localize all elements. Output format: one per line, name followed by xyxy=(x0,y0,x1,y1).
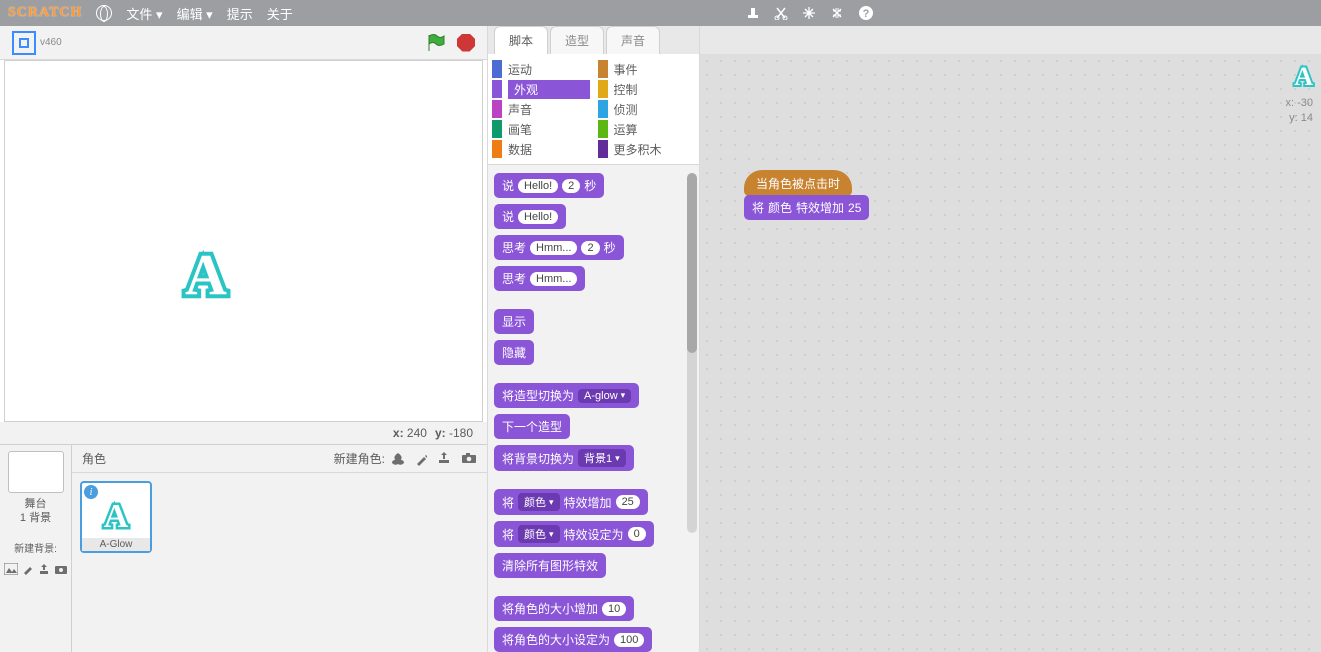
stage-thumb-panel: 舞台 1 背景 新建背景: xyxy=(0,445,72,652)
upload-backdrop-icon[interactable] xyxy=(38,563,50,575)
block-show[interactable]: 显示 xyxy=(494,309,534,334)
block-clear-effects[interactable]: 清除所有图形特效 xyxy=(494,553,606,578)
sprite-card[interactable]: i A A-Glow xyxy=(80,481,152,553)
block-switch-costume[interactable]: 将造型切换为A-glow xyxy=(494,383,639,408)
block-set-effect[interactable]: 将颜色特效设定为0 xyxy=(494,521,654,547)
tab-scripts[interactable]: 脚本 xyxy=(494,26,548,54)
tab-sounds[interactable]: 声音 xyxy=(606,26,660,54)
cut-icon[interactable] xyxy=(774,6,788,20)
cat-events[interactable]: 事件 xyxy=(598,60,696,78)
tab-costumes[interactable]: 造型 xyxy=(550,26,604,54)
shrink-icon[interactable] xyxy=(830,6,844,20)
stamp-icon[interactable] xyxy=(746,6,760,20)
palette-scrollbar[interactable] xyxy=(687,173,697,533)
fullscreen-button[interactable] xyxy=(12,31,36,55)
cat-data[interactable]: 数据 xyxy=(492,140,590,158)
stage-column: v460 A x: 240 y: -180 舞台 1 背景 新建背景: xyxy=(0,26,488,652)
hat-when-sprite-clicked[interactable]: 当角色被点击时 xyxy=(744,170,852,196)
block-change-size[interactable]: 将角色的大小增加10 xyxy=(494,596,634,621)
menu-file[interactable]: 文件 ▾ xyxy=(126,4,162,23)
sprite-list: i A A-Glow xyxy=(72,473,487,652)
svg-text:?: ? xyxy=(863,8,870,20)
block-say[interactable]: 说Hello! xyxy=(494,204,566,229)
cat-control[interactable]: 控制 xyxy=(598,80,696,98)
sprite-thumb-glyph: A xyxy=(104,498,129,536)
block-say-for-secs[interactable]: 说Hello!2秒 xyxy=(494,173,604,198)
script-stack[interactable]: 当角色被点击时 将颜色特效增加25 xyxy=(744,170,869,220)
choose-sprite-icon[interactable] xyxy=(391,452,405,466)
stage-thumbnail[interactable] xyxy=(8,451,64,493)
camera-sprite-icon[interactable] xyxy=(461,452,477,464)
sprite-bar: 角色 新建角色: xyxy=(72,445,487,473)
block-change-effect[interactable]: 将颜色特效增加25 xyxy=(494,489,648,515)
cat-sensing[interactable]: 侦测 xyxy=(598,100,696,118)
stage-label: 舞台 1 背景 xyxy=(20,497,51,526)
grow-icon[interactable] xyxy=(802,6,816,20)
scratch-logo: SCRATCH xyxy=(8,5,82,21)
menu-edit[interactable]: 编辑 ▾ xyxy=(177,4,213,23)
script-area-column: A x: -30 y: 14 当角色被点击时 将颜色特效增加25 xyxy=(700,26,1321,652)
camera-backdrop-icon[interactable] xyxy=(54,563,68,575)
language-icon[interactable] xyxy=(96,5,112,21)
upload-sprite-icon[interactable] xyxy=(437,452,451,464)
stage-canvas[interactable]: A xyxy=(4,60,483,422)
sprite-info-icon[interactable]: i xyxy=(84,485,98,499)
sprite-on-stage[interactable]: A xyxy=(185,241,227,308)
stop-icon[interactable] xyxy=(457,34,475,52)
paint-sprite-icon[interactable] xyxy=(415,452,427,466)
sprite-title: 角色 xyxy=(82,450,106,467)
green-flag-icon[interactable] xyxy=(425,32,447,54)
cat-pen[interactable]: 画笔 xyxy=(492,120,590,138)
block-switch-backdrop[interactable]: 将背景切换为背景1 xyxy=(494,445,634,471)
stage-coords: x: 240 y: -180 xyxy=(0,422,487,444)
block-think[interactable]: 思考Hmm... xyxy=(494,266,585,291)
sprite-name: A-Glow xyxy=(82,538,150,551)
cat-motion[interactable]: 运动 xyxy=(492,60,590,78)
choose-backdrop-icon[interactable] xyxy=(4,563,18,575)
script-workspace[interactable]: A x: -30 y: 14 当角色被点击时 将颜色特效增加25 xyxy=(700,54,1321,652)
tabs: 脚本 造型 声音 xyxy=(488,26,699,54)
version-label: v460 xyxy=(40,37,62,48)
block-think-for-secs[interactable]: 思考Hmm...2秒 xyxy=(494,235,624,260)
sprite-readout: A x: -30 y: 14 xyxy=(1285,62,1313,127)
new-backdrop-label: 新建背景: xyxy=(14,540,57,555)
cat-operators[interactable]: 运算 xyxy=(598,120,696,138)
block-palette: 说Hello!2秒 说Hello! 思考Hmm...2秒 思考Hmm... 显示… xyxy=(488,165,699,652)
palette-column: 脚本 造型 声音 运动 事件 外观 控制 声音 侦测 画笔 运算 数据 更多积木… xyxy=(488,26,700,652)
menu-about[interactable]: 关于 xyxy=(267,4,293,23)
menu-tips[interactable]: 提示 xyxy=(227,4,253,23)
block-categories: 运动 事件 外观 控制 声音 侦测 画笔 运算 数据 更多积木 xyxy=(488,54,699,165)
block-hide[interactable]: 隐藏 xyxy=(494,340,534,365)
new-sprite-label: 新建角色: xyxy=(334,450,385,467)
menu-bar: SCRATCH 文件 ▾ 编辑 ▾ 提示 关于 ? xyxy=(0,0,1321,26)
block-next-costume[interactable]: 下一个造型 xyxy=(494,414,570,439)
help-icon[interactable]: ? xyxy=(858,5,874,21)
cat-sound[interactable]: 声音 xyxy=(492,100,590,118)
readout-sprite-icon: A xyxy=(1294,62,1313,91)
stage-header: v460 xyxy=(0,26,487,60)
script-change-effect[interactable]: 将颜色特效增加25 xyxy=(744,195,869,220)
cat-more[interactable]: 更多积木 xyxy=(598,140,696,158)
block-set-size[interactable]: 将角色的大小设定为100 xyxy=(494,627,652,652)
paint-backdrop-icon[interactable] xyxy=(22,563,34,575)
cat-looks[interactable]: 外观 xyxy=(492,80,590,98)
